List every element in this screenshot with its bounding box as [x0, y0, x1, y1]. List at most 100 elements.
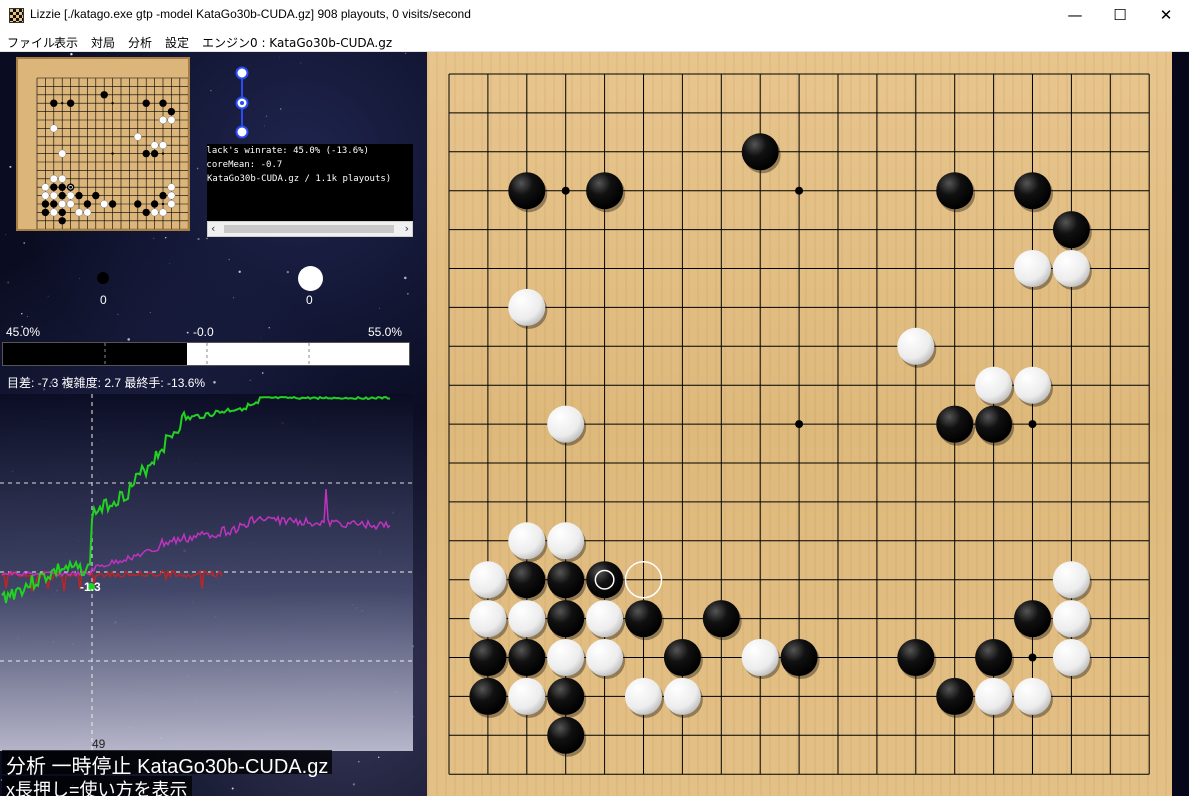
black-stone: [142, 149, 150, 158]
white-stone: [49, 208, 58, 217]
hoshi-point: [561, 186, 570, 195]
minimize-button[interactable]: —: [1052, 0, 1098, 31]
info-horizontal-scrollbar[interactable]: ‹ ›: [207, 221, 413, 237]
menu-settings[interactable]: 設定: [165, 34, 189, 51]
white-stone: [663, 677, 701, 715]
variation-tree[interactable]: [232, 64, 252, 139]
white-stone: [49, 124, 58, 133]
white-stone: [58, 149, 67, 158]
black-stone: [936, 405, 974, 443]
black-stone: [150, 149, 159, 158]
scroll-left-icon[interactable]: ‹: [211, 222, 215, 235]
stats-line: 目差: -7.3 複雑度: 2.7 最終手: -13.6%: [7, 376, 206, 390]
black-stone: [586, 172, 624, 210]
white-stone: [1014, 250, 1051, 287]
white-stone: [159, 116, 167, 124]
white-stone: [1052, 561, 1090, 599]
black-stone: [547, 561, 585, 599]
black-stone: [66, 183, 75, 191]
menu-engine[interactable]: エンジン0 : KataGo30b-CUDA.gz: [202, 34, 392, 51]
white-stone: [586, 639, 624, 676]
scroll-thumb[interactable]: [224, 225, 394, 233]
black-stone: [1014, 172, 1051, 210]
white-captures: 0: [306, 293, 313, 307]
white-stone: [1052, 600, 1090, 638]
hoshi-point: [111, 152, 114, 155]
white-stone: [508, 522, 546, 560]
white-stone: [547, 405, 585, 443]
graph-marker-label: -1.3: [80, 580, 101, 594]
white-stone: [159, 141, 167, 150]
score-series-line: [1, 488, 391, 578]
black-stone: [975, 639, 1013, 676]
black-captures: 0: [100, 293, 107, 307]
black-stone: [66, 99, 75, 107]
menu-game[interactable]: 対局: [91, 34, 115, 51]
black-stone: [936, 677, 974, 715]
white-stone: [1052, 250, 1090, 287]
black-stone: [50, 99, 58, 107]
menu-bar: ファイル 表示 対局 分析 設定 エンジン0 : KataGo30b-CUDA.…: [0, 31, 1189, 52]
white-stone: [1014, 366, 1051, 404]
black-stone: [108, 200, 117, 208]
black-stone: [897, 639, 935, 676]
black-stone: [134, 200, 142, 208]
black-stone: [41, 208, 50, 217]
white-stone: [741, 639, 779, 676]
white-stone-icon: [298, 266, 323, 291]
winrate-graph[interactable]: -1.3 49: [0, 394, 413, 751]
black-stone: [167, 107, 176, 116]
white-stone: [975, 677, 1013, 715]
hoshi-point: [161, 152, 165, 155]
black-winrate-label: 45.0%: [6, 325, 41, 339]
black-stone: [508, 639, 546, 676]
black-stone: [41, 200, 50, 208]
maximize-button[interactable]: ☐: [1097, 0, 1143, 31]
black-stone: [663, 639, 701, 676]
black-stone: [1014, 600, 1051, 638]
menu-analyze[interactable]: 分析: [128, 34, 152, 51]
white-stone: [508, 677, 546, 715]
white-stone: [625, 677, 662, 715]
variation-node: [235, 125, 249, 139]
white-stone: [547, 522, 585, 560]
black-stone: [625, 600, 662, 638]
help-hint: x長押し=使い方を表示: [2, 776, 192, 796]
white-stone: [100, 200, 109, 208]
black-stone: [50, 183, 58, 191]
close-button[interactable]: ✕: [1143, 0, 1189, 31]
black-stone: [83, 200, 92, 208]
white-stone: [167, 183, 176, 192]
black-stone: [58, 191, 66, 200]
black-stone: [936, 172, 974, 210]
menu-view[interactable]: 表示: [54, 34, 78, 51]
hoshi-point: [111, 102, 114, 105]
window-title: Lizzie [./katago.exe gtp -model KataGo30…: [30, 7, 471, 21]
menu-file[interactable]: ファイル: [7, 34, 55, 51]
white-stone: [41, 191, 50, 200]
black-stone: [100, 91, 108, 99]
go-board[interactable]: [427, 52, 1172, 796]
black-stone: [469, 639, 507, 676]
black-stone: [50, 200, 58, 208]
white-stone: [58, 174, 67, 183]
mini-board[interactable]: [16, 57, 190, 231]
title-bar: Lizzie [./katago.exe gtp -model KataGo30…: [0, 0, 1189, 31]
black-stone: [150, 200, 159, 208]
white-stone: [75, 208, 83, 217]
scroll-right-icon[interactable]: ›: [405, 222, 409, 235]
hoshi-point: [1028, 420, 1037, 429]
white-stone: [159, 208, 167, 217]
black-stone: [58, 208, 66, 217]
white-winrate-label: 55.0%: [368, 325, 403, 339]
graph-move-number: 49: [92, 737, 106, 751]
white-stone: [469, 600, 507, 638]
black-stone: [142, 208, 150, 217]
white-stone: [41, 183, 50, 192]
board-area: [427, 52, 1189, 796]
black-stone: [741, 133, 779, 171]
black-stone: [58, 217, 66, 225]
white-stone: [547, 639, 585, 676]
analysis-info-panel: Black's winrate: 45.0% (-13.6%) ScoreMea…: [207, 144, 413, 221]
white-stone: [1014, 677, 1051, 715]
